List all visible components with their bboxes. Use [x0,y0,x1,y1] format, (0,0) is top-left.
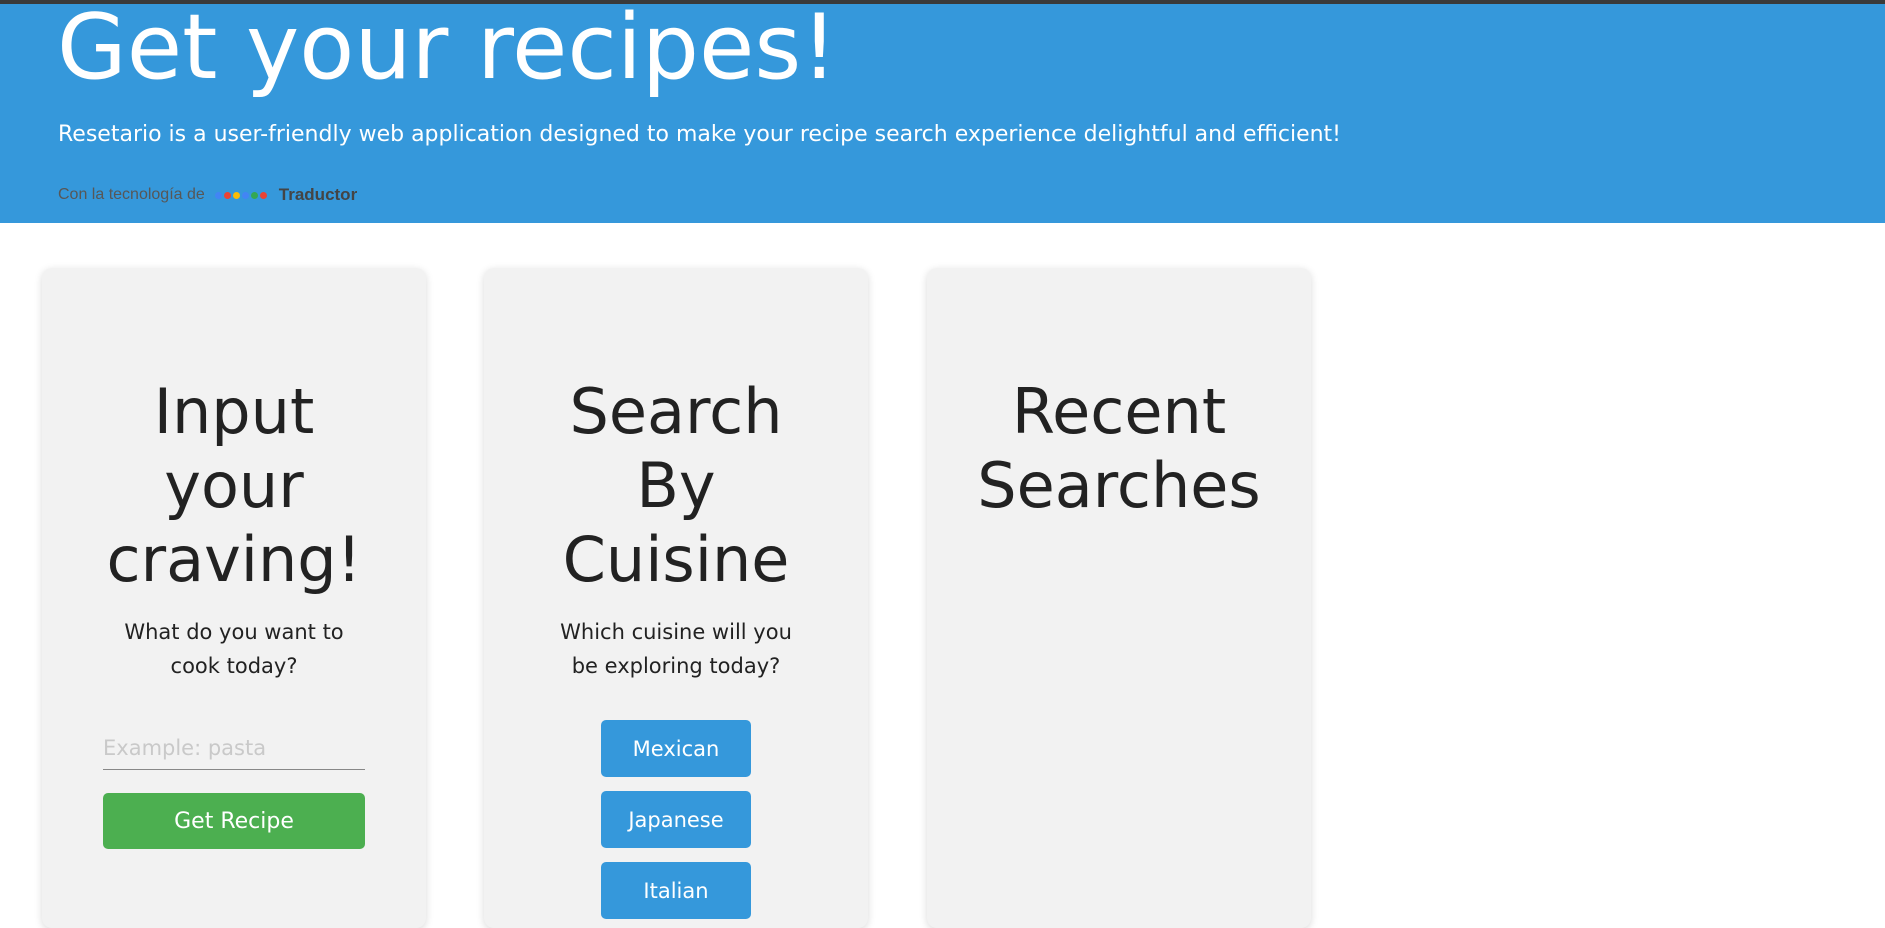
get-recipe-button[interactable]: Get Recipe [103,793,365,849]
craving-card: Input your craving! What do you want to … [42,268,426,928]
craving-search-input[interactable] [103,726,365,770]
page-title: Get your recipes! [57,0,838,100]
translate-link[interactable]: Traductor [279,185,357,205]
recent-searches-title: Recent Searches [977,375,1261,522]
cuisine-button-italian[interactable]: Italian [601,862,751,919]
page-header: Get your recipes! Resetario is a user-fr… [0,0,1885,223]
cuisine-card-title: Search By Cuisine [562,375,790,596]
cuisine-button-mexican[interactable]: Mexican [601,720,751,777]
craving-card-title: Input your craving! [106,375,362,596]
cuisine-button-japanese[interactable]: Japanese [601,791,751,848]
craving-card-description: What do you want to cook today? [124,620,344,678]
google-logo-icon [214,191,267,199]
google-translate-widget[interactable]: Con la tecnología de Traductor [58,185,357,205]
recent-searches-card: Recent Searches [927,268,1311,928]
cuisine-card: Search By Cuisine Which cuisine will you… [484,268,868,928]
powered-by-text: Con la tecnología de [58,186,205,203]
cuisine-card-description: Which cuisine will you be exploring toda… [560,620,792,678]
page-subtitle: Resetario is a user-friendly web applica… [58,122,1341,147]
